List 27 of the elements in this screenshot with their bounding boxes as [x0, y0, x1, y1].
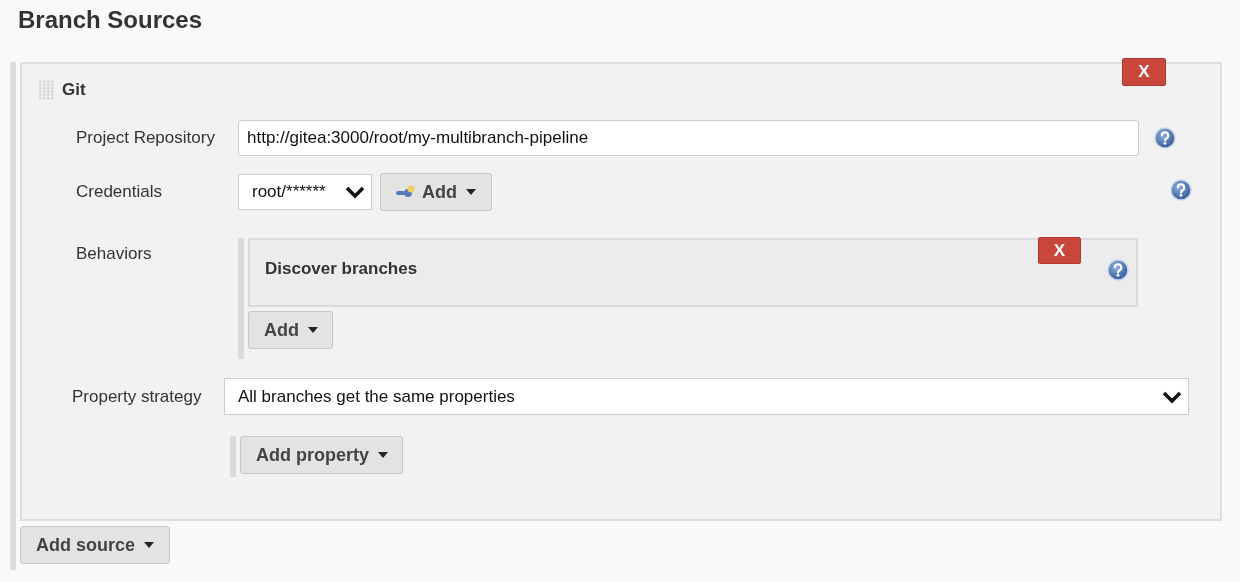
- page-title: Branch Sources: [17, 5, 204, 35]
- add-property-button[interactable]: Add property: [240, 436, 403, 474]
- caret-icon: [308, 327, 318, 333]
- source-title: Git: [62, 80, 86, 100]
- field-label: Project Repository: [76, 128, 216, 148]
- delete-button[interactable]: X: [1122, 58, 1166, 86]
- property-strategy-select[interactable]: All branches get the same properties: [224, 378, 1189, 415]
- caret-icon: [144, 542, 155, 548]
- field-label: Property strategy: [72, 386, 203, 407]
- credentials-select[interactable]: root/******: [238, 174, 372, 210]
- help-icon[interactable]: [1170, 179, 1192, 201]
- chevron-icon: [1162, 389, 1182, 404]
- field-label: Credentials: [76, 182, 163, 202]
- caret-icon: [466, 189, 476, 195]
- key-icon: [396, 185, 416, 199]
- field-label: Behaviors: [76, 244, 153, 264]
- add-credentials-button[interactable]: Add: [380, 173, 492, 211]
- add-source-button[interactable]: Add source: [20, 526, 170, 564]
- repository-field[interactable]: http://gitea:3000/root/my-multibranch-pipeline: [238, 120, 1139, 156]
- help-icon[interactable]: [1107, 259, 1129, 281]
- drag-handle-icon[interactable]: [38, 80, 54, 100]
- add-behavior-button[interactable]: Add: [248, 311, 333, 349]
- delete-button[interactable]: X: [1038, 237, 1081, 264]
- chevron-icon: [345, 185, 365, 199]
- caret-icon: [378, 452, 388, 458]
- help-icon[interactable]: [1154, 127, 1176, 149]
- behavior-title: Discover branches: [265, 258, 418, 279]
